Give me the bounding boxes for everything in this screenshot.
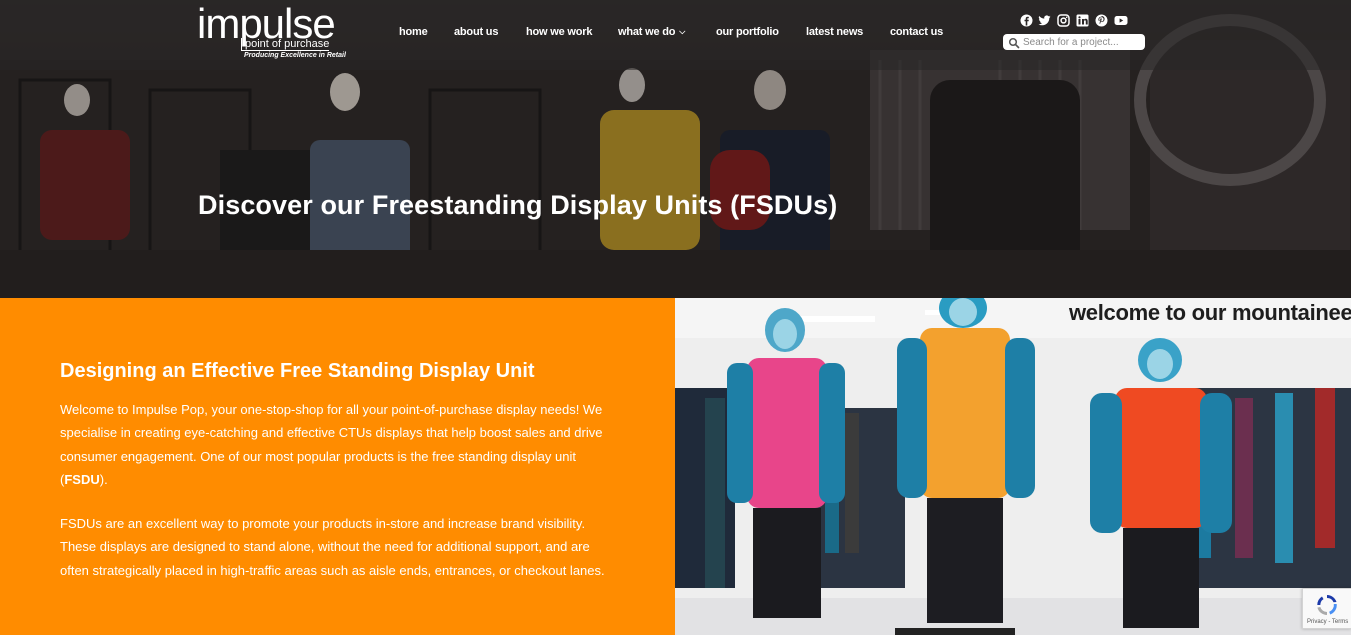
nav-item-label: what we do [618, 26, 676, 38]
nav-item-about-us[interactable]: about us [454, 26, 498, 38]
recaptcha-icon [1313, 592, 1341, 618]
search-input[interactable] [1023, 34, 1141, 50]
recaptcha-badge[interactable]: Privacy - Terms [1302, 588, 1351, 629]
page-title: Discover our Freestanding Display Units … [198, 190, 838, 220]
nav-item-label: latest news [806, 26, 864, 38]
nav-item-how-we-work[interactable]: how we work [526, 26, 592, 38]
intro-paragraph: Welcome to Impulse Pop, your one-stop-sh… [60, 398, 620, 491]
search-icon [1008, 36, 1020, 49]
search-box [1003, 34, 1145, 50]
pinterest-icon[interactable] [1095, 14, 1108, 27]
nav-item-label: our portfolio [716, 26, 779, 38]
intro-paragraph-text: Welcome to Impulse Pop, your one-stop-sh… [60, 402, 603, 487]
fsdu-paragraph: FSDUs are an excellent way to promote yo… [60, 516, 605, 578]
recaptcha-privacy-terms[interactable]: Privacy - Terms [1307, 619, 1348, 625]
nav-item-our-portfolio[interactable]: our portfolio [716, 26, 779, 38]
nav-item-contact-us[interactable]: contact us [890, 26, 943, 38]
instagram-icon[interactable] [1057, 14, 1070, 27]
fsdu-bold-text: FSDU [64, 471, 100, 487]
chevron-down-icon: ⌵ [679, 27, 686, 36]
nav-item-what-we-do[interactable]: what we do ⌵ [618, 26, 685, 38]
nav-item-home[interactable]: home [399, 26, 428, 38]
section-heading: Designing an Effective Free Standing Dis… [60, 360, 535, 382]
intro-panel: Designing an Effective Free Standing Dis… [0, 298, 675, 635]
nav-item-label: about us [454, 26, 499, 38]
facebook-icon[interactable] [1020, 14, 1033, 27]
linkedin-icon[interactable] [1076, 14, 1089, 27]
header-bar: impulse point of purchase Producing Exce… [0, 0, 1351, 70]
store-sign-text: welcome to our mountaineering [1069, 300, 1351, 325]
logo-subtitle: point of purchase [241, 38, 330, 51]
nav-item-label: how we work [526, 26, 593, 38]
mannequin-display-photo: welcome to our mountaineering [675, 298, 1351, 635]
twitter-icon[interactable] [1038, 14, 1051, 27]
hero-banner: impulse point of purchase Producing Exce… [0, 0, 1351, 298]
intro-paragraph-end: ). [99, 471, 108, 487]
nav-item-label: home [399, 26, 428, 38]
site-logo[interactable]: impulse point of purchase Producing Exce… [197, 3, 347, 64]
youtube-icon[interactable] [1114, 14, 1128, 27]
nav-item-label: contact us [890, 26, 944, 38]
nav-item-latest-news[interactable]: latest news [806, 26, 863, 38]
logo-tagline: Producing Excellence in Retail [244, 52, 346, 59]
store-display-image [675, 298, 1351, 635]
